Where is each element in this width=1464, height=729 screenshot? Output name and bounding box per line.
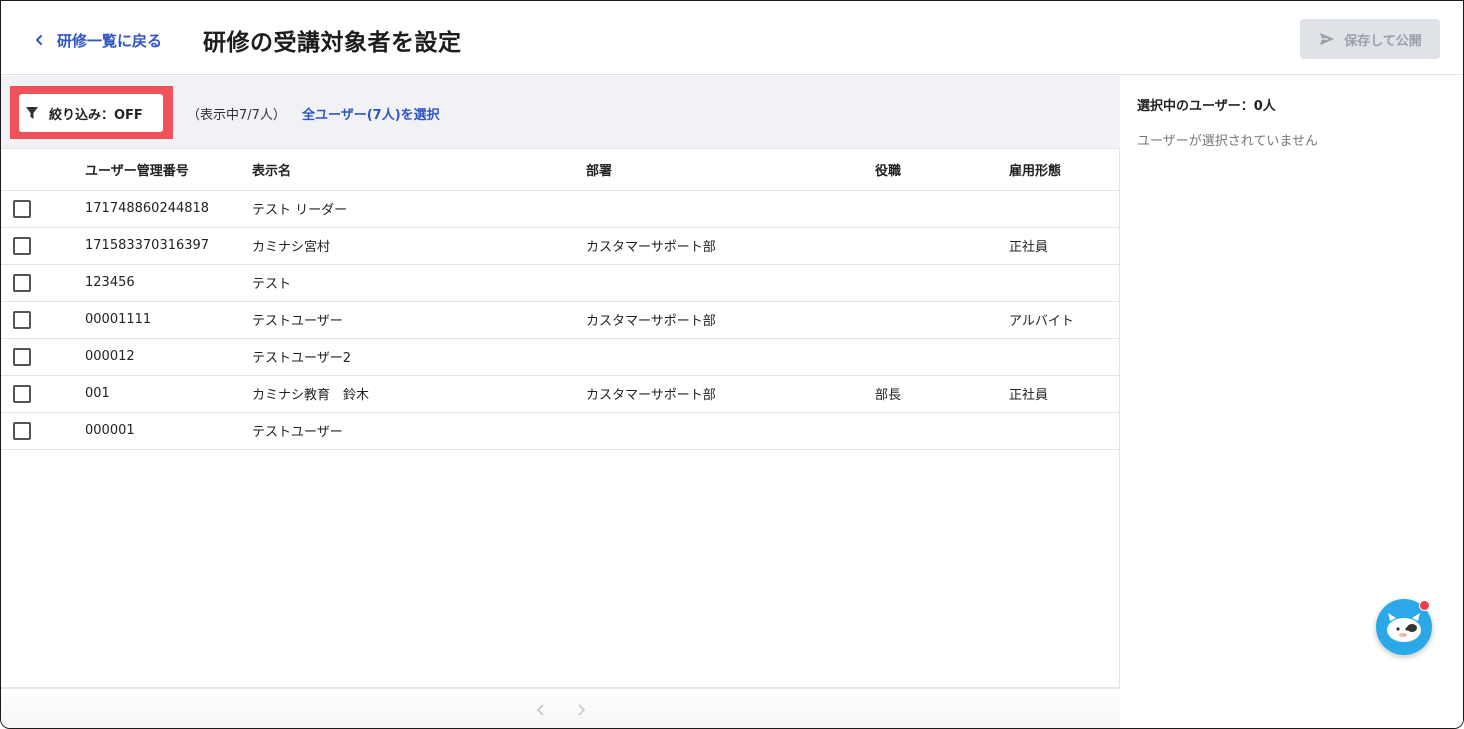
position-cell: [875, 338, 1009, 376]
employment-type-cell: [1009, 412, 1120, 450]
department-cell: [586, 190, 875, 228]
save-and-publish-button[interactable]: 保存して公開: [1300, 19, 1440, 59]
user-id-cell: 123456: [85, 264, 252, 302]
position-cell: [875, 227, 1009, 265]
back-link-label: 研修一覧に戻る: [57, 31, 163, 50]
employment-type-cell: [1009, 264, 1120, 302]
user-id-cell: 000001: [85, 412, 252, 450]
column-header-department: 部署: [586, 150, 875, 191]
row-checkbox[interactable]: [13, 384, 31, 403]
employment-type-cell: 正社員: [1009, 375, 1120, 413]
display-name-cell: カミナシ宮村: [252, 227, 586, 265]
employment-type-cell: アルバイト: [1009, 301, 1120, 339]
position-cell: [875, 190, 1009, 228]
filter-toolbar: 絞り込み：OFF （表示中7/7人） 全ユーザー(7人)を選択: [1, 76, 1120, 149]
row-checkbox[interactable]: [13, 421, 31, 440]
row-checkbox-cell: [1, 338, 85, 376]
row-checkbox-cell: [1, 375, 85, 413]
page-title: 研修の受講対象者を設定: [203, 30, 462, 56]
column-header-display-name: 表示名: [252, 150, 586, 191]
filter-toggle-button[interactable]: 絞り込み：OFF: [19, 94, 163, 132]
column-header-user-id: ユーザー管理番号: [85, 150, 252, 191]
position-cell: [875, 301, 1009, 339]
table-row[interactable]: 000001 テストユーザー: [1, 412, 1120, 450]
table-row[interactable]: 000012 テストユーザー2: [1, 338, 1120, 376]
row-checkbox[interactable]: [13, 236, 31, 255]
user-id-cell: 000012: [85, 338, 252, 376]
row-checkbox[interactable]: [13, 273, 31, 292]
column-header-employment-type: 雇用形態: [1009, 150, 1120, 191]
user-table: ユーザー管理番号 表示名 部署 役職 雇用形態 171748860244818 テ…: [1, 150, 1120, 450]
department-cell: [586, 338, 875, 376]
selected-users-title: 選択中のユーザー：0人: [1137, 99, 1276, 114]
row-checkbox[interactable]: [13, 310, 31, 329]
user-id-cell: 171583370316397: [85, 227, 252, 265]
employment-type-cell: [1009, 190, 1120, 228]
row-checkbox-cell: [1, 412, 85, 450]
department-cell: [586, 264, 875, 302]
position-cell: [875, 264, 1009, 302]
department-cell: カスタマーサポート部: [586, 227, 875, 265]
row-checkbox[interactable]: [13, 199, 31, 218]
display-name-cell: テストユーザー2: [252, 338, 586, 376]
back-to-list-link[interactable]: 研修一覧に戻る: [33, 28, 162, 52]
department-cell: カスタマーサポート部: [586, 301, 875, 339]
app-window: 研修一覧に戻る 研修の受講対象者を設定 保存して公開 絞り込み：OFF （表示中…: [0, 0, 1464, 729]
filter-icon: [26, 107, 38, 119]
filter-button-label: 絞り込み：OFF: [49, 107, 143, 123]
employment-type-cell: [1009, 338, 1120, 376]
chevron-left-icon: [36, 35, 42, 45]
display-name-cell: テストユーザー: [252, 412, 586, 450]
position-cell: [875, 412, 1009, 450]
department-cell: カスタマーサポート部: [586, 375, 875, 413]
table-row[interactable]: 001 カミナシ教育 鈴木 カスタマーサポート部 部長 正社員: [1, 375, 1120, 413]
display-name-cell: テストユーザー: [252, 301, 586, 339]
pagination: [1, 687, 1120, 728]
prev-page-button[interactable]: [521, 703, 561, 716]
employment-type-cell: 正社員: [1009, 227, 1120, 265]
chevron-right-icon: [577, 703, 585, 716]
display-name-cell: カミナシ教育 鈴木: [252, 375, 586, 413]
table-row[interactable]: 00001111 テストユーザー カスタマーサポート部 アルバイト: [1, 301, 1120, 339]
next-page-button[interactable]: [561, 703, 601, 716]
row-checkbox-cell: [1, 227, 85, 265]
display-name-cell: テスト リーダー: [252, 190, 586, 228]
display-name-cell: テスト: [252, 264, 586, 302]
send-icon: [1320, 33, 1335, 45]
department-cell: [586, 412, 875, 450]
publish-button-label: 保存して公開: [1344, 33, 1422, 49]
table-row[interactable]: 123456 テスト: [1, 264, 1120, 302]
row-checkbox-cell: [1, 264, 85, 302]
row-checkbox[interactable]: [13, 347, 31, 366]
notification-badge: [1419, 600, 1430, 611]
user-list-panel: 絞り込み：OFF （表示中7/7人） 全ユーザー(7人)を選択 ユーザー管理番号…: [1, 76, 1120, 728]
column-header-position: 役職: [875, 150, 1009, 191]
user-id-cell: 171748860244818: [85, 190, 252, 228]
user-id-cell: 00001111: [85, 301, 252, 339]
user-id-cell: 001: [85, 375, 252, 413]
page-header: 研修一覧に戻る 研修の受講対象者を設定 保存して公開: [1, 1, 1463, 75]
chevron-left-icon: [536, 703, 544, 716]
header-checkbox-cell: [1, 150, 85, 191]
position-cell: 部長: [875, 375, 1009, 413]
row-checkbox-cell: [1, 190, 85, 228]
no-selection-message: ユーザーが選択されていません: [1137, 134, 1318, 149]
select-all-users-link[interactable]: 全ユーザー(7人)を選択: [302, 104, 440, 123]
table-row[interactable]: 171748860244818 テスト リーダー: [1, 190, 1120, 228]
display-count: （表示中7/7人）: [187, 108, 286, 123]
table-row[interactable]: 171583370316397 カミナシ宮村 カスタマーサポート部 正社員: [1, 227, 1120, 265]
table-header-row: ユーザー管理番号 表示名 部署 役職 雇用形態: [1, 150, 1120, 191]
row-checkbox-cell: [1, 301, 85, 339]
